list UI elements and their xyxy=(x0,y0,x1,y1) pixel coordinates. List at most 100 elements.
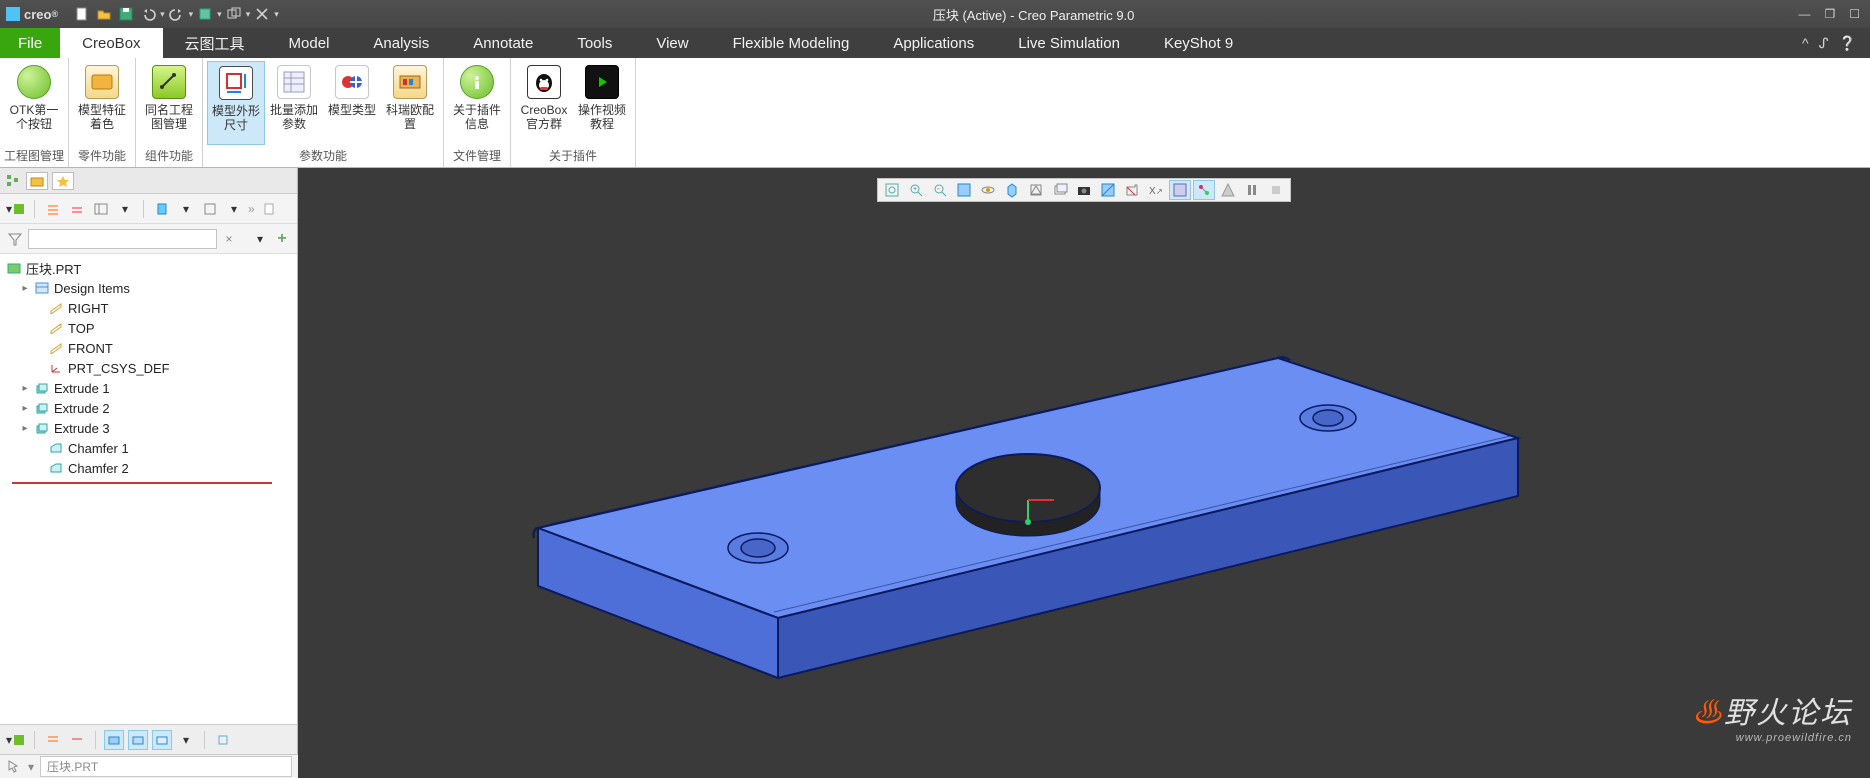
tree-item[interactable]: Chamfer 2 xyxy=(6,458,297,478)
rbtn-qq-group[interactable]: CreoBox官方群 xyxy=(515,61,573,145)
vt-zoom-out[interactable]: - xyxy=(929,180,951,200)
tree-collapse-icon[interactable] xyxy=(67,199,87,219)
tab-keyshot[interactable]: KeyShot 9 xyxy=(1142,28,1255,58)
qat-windows[interactable] xyxy=(224,4,244,24)
ribbon-group-param: 模型外形尺寸 批量添加参数 模型类型 科瑞欧配置 参数功能 xyxy=(203,58,444,167)
qat-close[interactable] xyxy=(252,4,272,24)
tree-filter1-icon[interactable] xyxy=(152,199,172,219)
tree-refresh-icon[interactable]: ▾ xyxy=(115,199,135,219)
collapse-ribbon-icon[interactable]: ^ xyxy=(1802,35,1809,51)
qat-new[interactable] xyxy=(72,4,92,24)
vt-zoom-in[interactable]: + xyxy=(905,180,927,200)
tree-bottom-toolbar: ▾ ▾ xyxy=(0,724,297,754)
tree-filter2-icon[interactable]: ▾ xyxy=(176,199,196,219)
add-search-icon[interactable]: + xyxy=(273,230,291,248)
tree-column-icon[interactable] xyxy=(91,199,111,219)
tab-analysis[interactable]: Analysis xyxy=(351,28,451,58)
rbtn-batch-param[interactable]: 批量添加参数 xyxy=(265,61,323,145)
vt-warn[interactable] xyxy=(1217,180,1239,200)
tab-file[interactable]: File xyxy=(0,28,60,58)
tab-view[interactable]: View xyxy=(634,28,710,58)
window-title: 压块 (Active) - Creo Parametric 9.0 xyxy=(279,5,1789,24)
search-dropdown-icon[interactable]: ▾ xyxy=(251,230,269,248)
qat-save[interactable] xyxy=(116,4,136,24)
select-arrow-icon[interactable] xyxy=(6,759,22,775)
qat-redo[interactable] xyxy=(167,4,187,24)
tree-item[interactable]: ▸Extrude 2 xyxy=(6,398,297,418)
tree-item[interactable]: TOP xyxy=(6,318,297,338)
graphics-viewport[interactable]: + - X↗ xyxy=(298,168,1870,754)
tab-apps[interactable]: Applications xyxy=(871,28,996,58)
tree-copy-icon[interactable] xyxy=(259,199,279,219)
tab-creobox[interactable]: CreoBox xyxy=(60,28,162,58)
vt-stop[interactable] xyxy=(1265,180,1287,200)
bt-shade3[interactable] xyxy=(152,730,172,750)
model-tree[interactable]: 压块.PRT ▸Design Items RIGHT TOP FRONT PRT… xyxy=(0,254,297,724)
tab-flex[interactable]: Flexible Modeling xyxy=(711,28,872,58)
vt-appearance[interactable] xyxy=(1097,180,1119,200)
vt-annot-display[interactable] xyxy=(1193,180,1215,200)
tree-show-icon[interactable]: ▾ xyxy=(6,199,26,219)
svg-text:X: X xyxy=(1149,186,1156,197)
tree-item[interactable]: ▸Extrude 1 xyxy=(6,378,297,398)
help-icon[interactable]: ❔ xyxy=(1839,35,1856,52)
tree-item[interactable]: ▸Design Items xyxy=(6,278,297,298)
rbtn-same-drw[interactable]: 同名工程图管理 xyxy=(140,61,198,145)
tree-root[interactable]: 压块.PRT xyxy=(6,258,297,278)
tab-yuntu[interactable]: 云图工具 xyxy=(163,28,267,58)
part-icon xyxy=(6,261,22,275)
tree-search-input[interactable] xyxy=(28,229,217,249)
tree-settings-icon[interactable] xyxy=(200,199,220,219)
tree-item[interactable]: ▸Extrude 3 xyxy=(6,418,297,438)
tree-more-icon[interactable]: ▾ xyxy=(224,199,244,219)
bt-box[interactable] xyxy=(213,730,233,750)
close-button[interactable]: ☐ xyxy=(1849,7,1860,21)
vt-view-manager[interactable] xyxy=(1049,180,1071,200)
vt-pause[interactable] xyxy=(1241,180,1263,200)
tree-item[interactable]: Chamfer 1 xyxy=(6,438,297,458)
nav-tree-icon[interactable] xyxy=(4,172,22,190)
vt-layers[interactable] xyxy=(1169,180,1191,200)
maximize-button[interactable]: ❐ xyxy=(1824,7,1835,21)
clear-search-icon[interactable]: × xyxy=(221,232,237,246)
bt-show[interactable]: ▾ xyxy=(6,730,26,750)
filter-icon[interactable] xyxy=(6,230,24,248)
vt-section[interactable] xyxy=(1121,180,1143,200)
rbtn-outline-dim[interactable]: 模型外形尺寸 xyxy=(207,61,265,145)
nav-tab-folder[interactable] xyxy=(26,172,48,190)
vt-datum[interactable]: X↗ xyxy=(1145,180,1167,200)
tree-expand-icon[interactable] xyxy=(43,199,63,219)
rbtn-model-color[interactable]: 模型特征着色 xyxy=(73,61,131,145)
tab-tools[interactable]: Tools xyxy=(555,28,634,58)
tree-toolbar: ▾ ▾ ▾ ▾ » xyxy=(0,194,297,224)
bt-more[interactable]: ▾ xyxy=(176,730,196,750)
vt-repaint[interactable] xyxy=(953,180,975,200)
vt-spin[interactable] xyxy=(977,180,999,200)
bt-shade2[interactable] xyxy=(128,730,148,750)
tab-livesim[interactable]: Live Simulation xyxy=(996,28,1142,58)
rbtn-tutorial[interactable]: 操作视频教程 xyxy=(573,61,631,145)
tab-annotate[interactable]: Annotate xyxy=(451,28,555,58)
vt-saved-views[interactable] xyxy=(1025,180,1047,200)
bt-shade1[interactable] xyxy=(104,730,124,750)
minimize-button[interactable]: ― xyxy=(1798,7,1810,21)
nav-tab-strip xyxy=(0,168,297,194)
rbtn-kro-config[interactable]: 科瑞欧配置 xyxy=(381,61,439,145)
rbtn-model-type[interactable]: 模型类型 xyxy=(323,61,381,145)
vt-refit[interactable] xyxy=(881,180,903,200)
vt-camera[interactable] xyxy=(1073,180,1095,200)
qat-undo[interactable] xyxy=(138,4,158,24)
search-commands-icon[interactable]: ᔑ xyxy=(1819,35,1829,52)
rbtn-about-plugin[interactable]: 关于插件信息 xyxy=(448,61,506,145)
bt-list2[interactable] xyxy=(67,730,87,750)
rbtn-otk[interactable]: OTK第一个按钮 xyxy=(5,61,63,145)
vt-named-views[interactable] xyxy=(1001,180,1023,200)
tree-item[interactable]: PRT_CSYS_DEF xyxy=(6,358,297,378)
tree-item[interactable]: RIGHT xyxy=(6,298,297,318)
nav-tab-favorites[interactable] xyxy=(52,172,74,190)
qat-regen[interactable] xyxy=(195,4,215,24)
qat-open[interactable] xyxy=(94,4,114,24)
tree-item[interactable]: FRONT xyxy=(6,338,297,358)
tab-model[interactable]: Model xyxy=(267,28,352,58)
bt-list[interactable] xyxy=(43,730,63,750)
